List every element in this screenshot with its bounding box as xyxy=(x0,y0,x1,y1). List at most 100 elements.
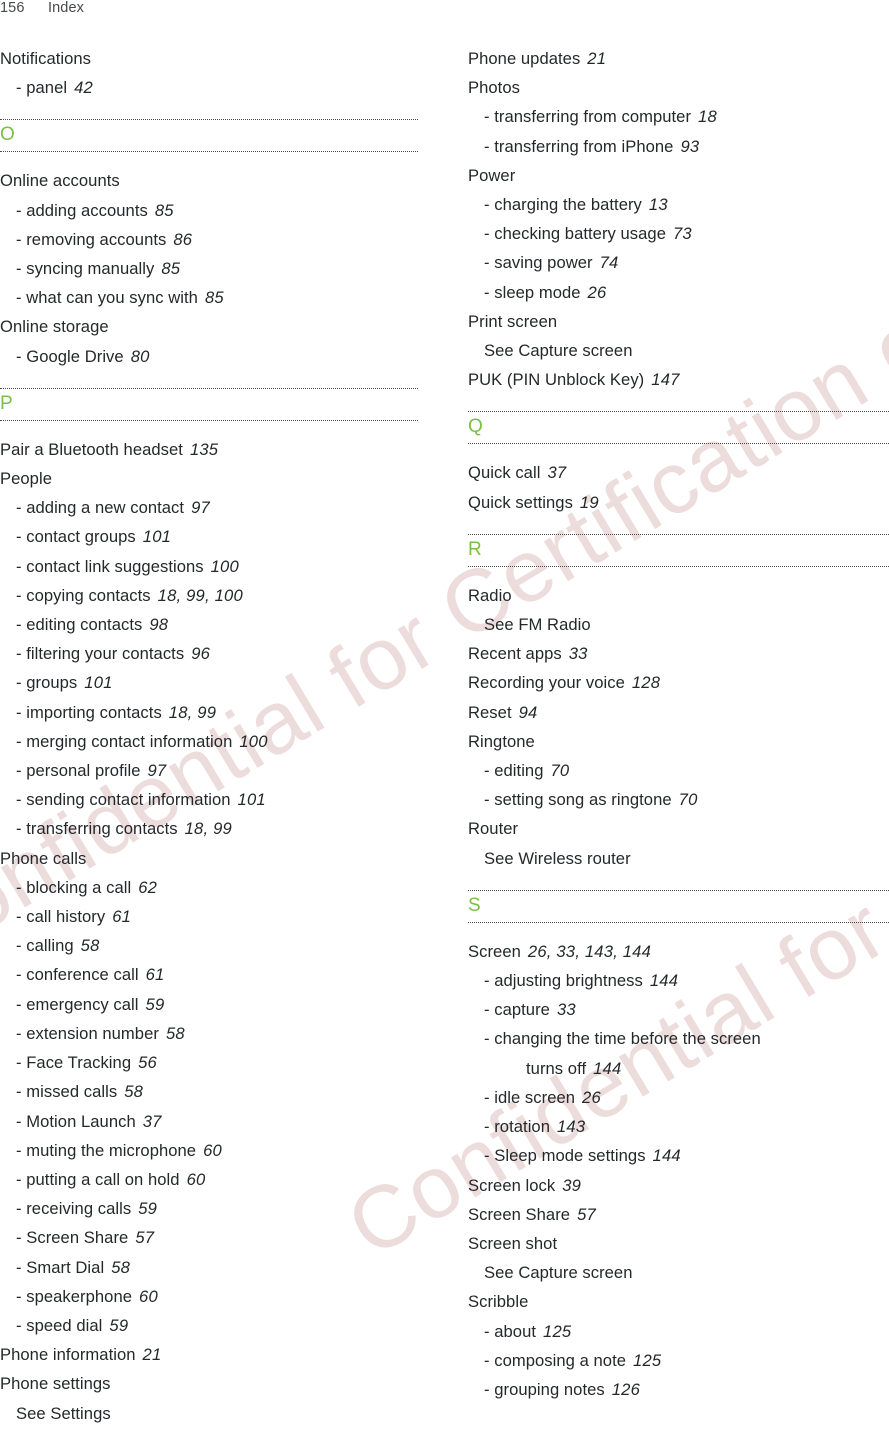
index-page: 156 Index Notifications - panel 42 O Online … xyxy=(0,0,889,1451)
index-entry-text: - removing accounts xyxy=(16,229,167,249)
index-entry-pages: 57 xyxy=(577,1204,596,1224)
index-entry-text: Phone information xyxy=(0,1345,136,1365)
index-entry-text: - merging contact information xyxy=(16,731,233,751)
index-entry-pages: 21 xyxy=(142,1345,162,1365)
index-entry-pages: 18, 99 xyxy=(168,702,217,722)
index-entry-text: - charging the battery xyxy=(484,195,642,215)
index-entry-pages: 33 xyxy=(568,644,588,664)
index-entry-pages: 42 xyxy=(74,78,93,98)
index-entry-text: Phone calls xyxy=(0,848,87,868)
index-entry-pages: 70 xyxy=(678,790,698,810)
index-entry: Notifications xyxy=(0,44,418,73)
index-entry-text: Scribble xyxy=(468,1292,529,1312)
index-entry: - Motion Launch 37 xyxy=(0,1107,418,1136)
index-entry: Screen Share 57 xyxy=(468,1200,889,1229)
index-letter-section-o: O xyxy=(0,119,418,153)
index-entry-text: Recent apps xyxy=(468,644,562,664)
index-entry-text: - grouping notes xyxy=(484,1379,605,1399)
index-entry: Screen shot xyxy=(468,1229,889,1258)
index-entry-text: - copying contacts xyxy=(16,585,151,605)
index-entry: Phone settings xyxy=(0,1369,418,1398)
index-entry: - grouping notes 126 xyxy=(468,1375,889,1404)
index-entry: - extension number 58 xyxy=(0,1019,418,1048)
index-entry-text: Pair a Bluetooth headset xyxy=(0,439,183,459)
index-entry: - transferring from iPhone 93 xyxy=(468,132,889,161)
index-entry-text: Recording your voice xyxy=(468,673,625,693)
index-entry-text: - Sleep mode settings xyxy=(484,1146,646,1166)
index-entry-pages: 60 xyxy=(186,1169,206,1189)
index-entry-text: - Motion Launch xyxy=(16,1111,136,1131)
index-entry-text: - capture xyxy=(484,1000,550,1020)
index-entry-text: Phone updates xyxy=(468,49,581,68)
index-entry: - what can you sync with 85 xyxy=(0,283,418,312)
index-entry-text: - adjusting brightness xyxy=(484,971,643,991)
index-entry-text: - syncing manually xyxy=(16,259,155,279)
index-entry: - receiving calls 59 xyxy=(0,1194,418,1223)
index-entry: - filtering your contacts 96 xyxy=(0,639,418,668)
index-entry-text: - contact groups xyxy=(16,527,136,547)
index-entry: - changing the time before the screen xyxy=(468,1024,889,1053)
index-entry-text: - contact link suggestions xyxy=(16,556,204,576)
index-entry-text: People xyxy=(0,469,52,489)
index-entry: - importing contacts 18, 99 xyxy=(0,698,418,727)
index-entry-text: - saving power xyxy=(484,253,593,273)
index-entry-pages: 126 xyxy=(611,1379,641,1399)
index-letter-heading: S xyxy=(468,894,481,916)
index-entry: - contact groups 101 xyxy=(0,522,418,551)
index-entry-pages: 60 xyxy=(139,1286,158,1306)
page-number: 156 xyxy=(0,0,25,16)
index-entry: Phone calls xyxy=(0,844,418,873)
index-entry: - Google Drive 80 xyxy=(0,342,418,371)
index-entry: - Screen Share 57 xyxy=(0,1223,418,1252)
index-entry: - composing a note 125 xyxy=(468,1346,889,1375)
index-entry-text: See Settings xyxy=(16,1403,111,1423)
index-entry: - transferring contacts 18, 99 xyxy=(0,814,418,843)
index-entry-pages: 57 xyxy=(135,1228,155,1248)
index-entry-pages: 101 xyxy=(237,790,266,810)
index-entry-text: Photos xyxy=(468,78,520,98)
index-entry-text: turns off xyxy=(526,1058,587,1078)
index-entry: - editing contacts 98 xyxy=(0,610,418,639)
index-entry-pages: 97 xyxy=(147,761,167,781)
index-entry-text: - speakerphone xyxy=(16,1286,133,1306)
index-entry-pages: 21 xyxy=(587,49,607,68)
index-entry: - call history 61 xyxy=(0,902,418,931)
index-entry: Recent apps 33 xyxy=(468,639,889,668)
index-entry: - about 125 xyxy=(468,1317,889,1346)
index-entry-pages: 58 xyxy=(80,936,100,956)
index-entry: Photos xyxy=(468,73,889,102)
index-entry-text: Screen xyxy=(468,941,521,961)
index-entry-pages: 58 xyxy=(111,1257,131,1277)
index-entry-pages: 100 xyxy=(239,731,268,751)
index-entry-text: - editing contacts xyxy=(16,615,143,635)
index-letter-heading: R xyxy=(468,538,482,560)
index-entry-pages: 59 xyxy=(138,1199,158,1219)
index-entry-pages: 18, 99, 100 xyxy=(157,585,243,605)
index-entry: - missed calls 58 xyxy=(0,1077,418,1106)
index-entry-text: - missed calls xyxy=(16,1082,118,1102)
index-entry: - checking battery usage 73 xyxy=(468,219,889,248)
index-entry-pages: 101 xyxy=(84,673,113,693)
index-letter-section-r: R xyxy=(468,533,889,567)
index-entry-pages: 58 xyxy=(124,1082,144,1102)
index-entry-pages: 39 xyxy=(562,1175,582,1195)
index-letter-heading: P xyxy=(0,392,13,414)
index-entry: - Smart Dial 58 xyxy=(0,1253,418,1282)
index-entry-text: Reset xyxy=(468,702,512,722)
index-entry-pages: 101 xyxy=(142,527,172,547)
index-entry-text: - transferring contacts xyxy=(16,819,178,839)
index-entry: See Capture screen xyxy=(468,336,889,365)
index-column-left: Notifications - panel 42 O Online accounts - … xyxy=(0,44,418,1428)
index-entry: See Capture screen xyxy=(468,1258,889,1287)
index-entry-text: Ringtone xyxy=(468,731,535,751)
index-entry-pages: 125 xyxy=(633,1350,662,1370)
index-entry-pages: 98 xyxy=(149,615,169,635)
index-entry-pages: 59 xyxy=(145,994,165,1014)
index-entry: See Settings xyxy=(0,1399,418,1428)
index-entry-text: - personal profile xyxy=(16,761,141,781)
index-entry-pages: 74 xyxy=(599,253,619,273)
index-entry: PUK (PIN Unblock Key) 147 xyxy=(468,365,889,394)
index-entry-text: See Capture screen xyxy=(484,1263,633,1283)
index-entry-text: - Screen Share xyxy=(16,1228,129,1248)
index-entry-text: - putting a call on hold xyxy=(16,1169,180,1189)
